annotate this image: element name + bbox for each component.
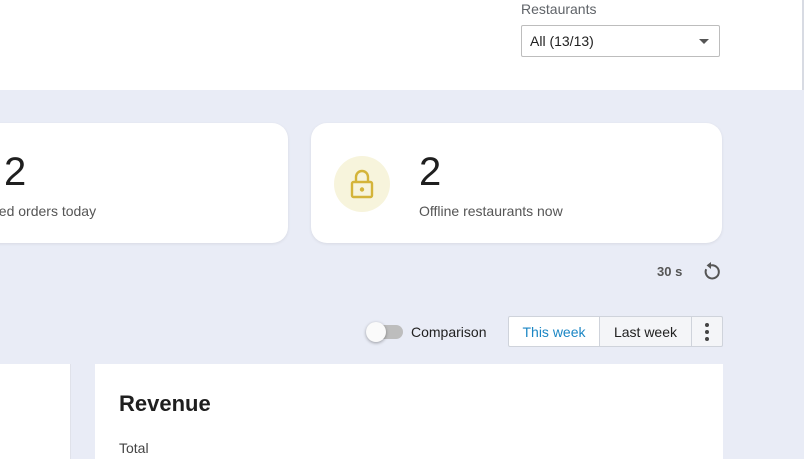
revenue-title: Revenue xyxy=(119,391,211,416)
comparison-toggle-thumb xyxy=(366,322,386,342)
refresh-interval: 30 s xyxy=(657,264,683,279)
more-options-button[interactable] xyxy=(691,316,723,347)
period-this-week-button[interactable]: This week xyxy=(508,316,600,347)
chevron-down-icon xyxy=(699,39,709,44)
filter-bar: Restaurants All (13/13) xyxy=(0,0,804,90)
comparison-toggle[interactable] xyxy=(366,322,404,342)
left-panel xyxy=(0,364,71,459)
offline-restaurants-count: 2 xyxy=(419,150,442,194)
lock-icon-badge xyxy=(334,156,390,212)
more-vertical-icon xyxy=(705,322,709,341)
revenue-subtitle: Total xyxy=(119,440,149,456)
refresh-icon[interactable] xyxy=(700,261,722,283)
restaurants-select-value: All (13/13) xyxy=(530,33,594,49)
comparison-label: Comparison xyxy=(411,324,487,340)
dashboard: Restaurants All (13/13) 2 ncelled orders… xyxy=(0,0,804,459)
period-last-week-button[interactable]: Last week xyxy=(599,316,692,347)
cancelled-orders-caption: ncelled orders today xyxy=(0,203,97,219)
restaurants-select[interactable]: All (13/13) xyxy=(521,25,720,57)
lock-icon xyxy=(350,169,374,199)
offline-restaurants-caption: Offline restaurants now xyxy=(419,203,563,219)
revenue-panel: Revenue Total xyxy=(95,364,723,459)
cancelled-orders-card: 2 ncelled orders today xyxy=(0,123,288,243)
offline-restaurants-card: 2 Offline restaurants now xyxy=(311,123,722,243)
restaurants-filter-label: Restaurants xyxy=(521,1,597,17)
cancelled-orders-count: 2 xyxy=(4,150,27,194)
